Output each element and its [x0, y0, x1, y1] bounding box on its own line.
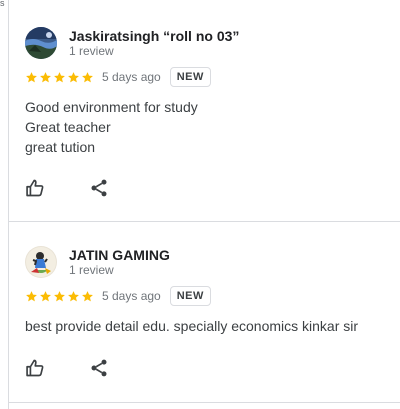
share-button[interactable] — [87, 176, 111, 200]
review-text-line: best provide detail edu. specially econo… — [25, 318, 359, 334]
star-icon — [54, 71, 65, 82]
like-button[interactable] — [23, 176, 47, 200]
new-badge: NEW — [169, 67, 211, 87]
reviewer-name[interactable]: Jaskiratsingh “roll no 03” — [69, 28, 239, 44]
star-icon — [54, 290, 65, 301]
thumb-up-icon — [26, 179, 44, 197]
star-icon — [82, 71, 93, 82]
reviewer-avatar[interactable] — [25, 246, 57, 278]
review-text-line: great tution — [25, 139, 96, 155]
review-text: best provide detail edu. specially econo… — [25, 316, 385, 336]
rating-row: 5 days ago NEW — [25, 286, 211, 306]
like-button[interactable] — [23, 356, 47, 380]
review-text-line: Great teacher — [25, 119, 111, 135]
star-icon — [26, 290, 37, 301]
corner-mark: s — [0, 0, 5, 8]
star-icon — [40, 290, 51, 301]
reviewer-review-count: 1 review — [69, 263, 114, 277]
new-badge: NEW — [169, 286, 211, 306]
star-icon — [68, 290, 79, 301]
share-icon — [91, 179, 107, 197]
review-text-line: Good environment for study — [25, 99, 198, 115]
review-age: 5 days ago — [102, 289, 161, 303]
review-text: Good environment for study Great teacher… — [25, 97, 385, 157]
share-button[interactable] — [87, 356, 111, 380]
review-card: JATIN GAMING 1 review 5 days ago NEW bes… — [9, 223, 400, 403]
review-card: Jaskiratsingh “roll no 03” 1 review 5 da… — [9, 0, 400, 222]
reviewer-name[interactable]: JATIN GAMING — [69, 247, 170, 263]
reviews-panel: s Jaskiratsingh “roll no 03” 1 review 5 … — [0, 0, 400, 409]
thumb-up-icon — [26, 359, 44, 377]
reviewer-avatar[interactable] — [25, 27, 57, 59]
star-icon — [40, 71, 51, 82]
reviewer-review-count: 1 review — [69, 44, 114, 58]
star-icon — [26, 71, 37, 82]
share-icon — [91, 359, 107, 377]
star-icon — [68, 71, 79, 82]
review-age: 5 days ago — [102, 70, 161, 84]
rating-row: 5 days ago NEW — [25, 67, 211, 87]
star-icon — [82, 290, 93, 301]
star-rating — [25, 71, 95, 84]
star-rating — [25, 290, 95, 303]
